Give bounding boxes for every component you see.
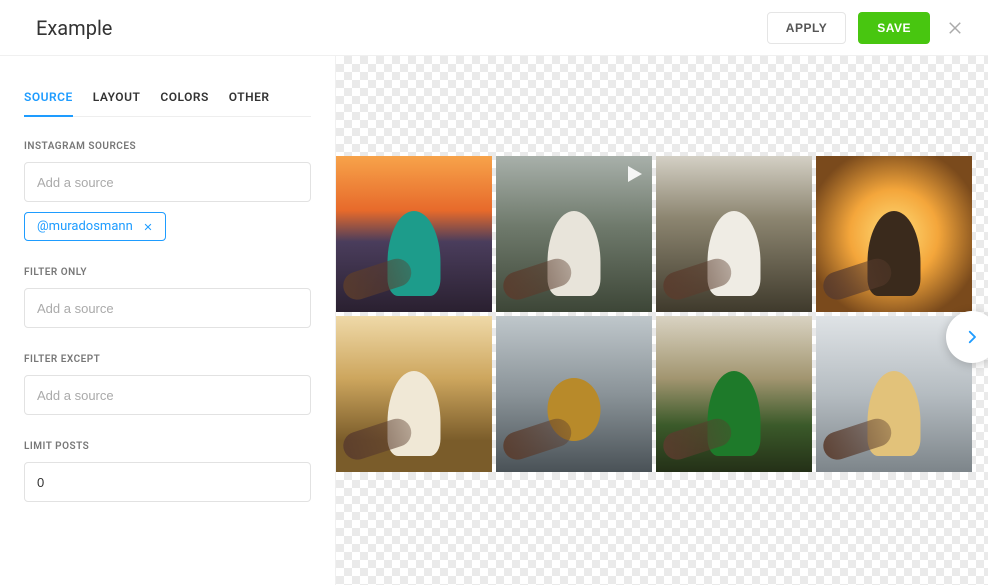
image-grid [336, 156, 972, 472]
source-chip[interactable]: @muradosmann [24, 212, 166, 241]
filter-except-input[interactable] [24, 375, 311, 415]
limit-posts-input[interactable] [24, 462, 311, 502]
instagram-sources-chips: @muradosmann [24, 212, 311, 241]
source-chip-label: @muradosmann [37, 219, 133, 234]
preview-pane [336, 56, 988, 585]
filter-only-input[interactable] [24, 288, 311, 328]
section-filter-only: FILTER ONLY [24, 267, 311, 328]
play-icon [622, 162, 646, 186]
grid-item[interactable] [816, 156, 972, 312]
grid-item[interactable] [336, 156, 492, 312]
instagram-sources-input[interactable] [24, 162, 311, 202]
save-button[interactable]: SAVE [858, 12, 930, 44]
page-title: Example [36, 16, 112, 40]
tab-other[interactable]: OTHER [229, 78, 270, 116]
grid-item[interactable] [496, 156, 652, 312]
instagram-sources-label: INSTAGRAM SOURCES [24, 141, 311, 152]
tab-colors[interactable]: COLORS [160, 78, 208, 116]
apply-button[interactable]: APPLY [767, 12, 846, 44]
grid-item[interactable] [496, 316, 652, 472]
section-instagram-sources: INSTAGRAM SOURCES @muradosmann [24, 141, 311, 241]
filter-except-label: FILTER EXCEPT [24, 354, 311, 365]
sidebar: SOURCE LAYOUT COLORS OTHER INSTAGRAM SOU… [0, 56, 336, 585]
grid-item[interactable] [336, 316, 492, 472]
grid-item[interactable] [656, 156, 812, 312]
grid-item[interactable] [656, 316, 812, 472]
tab-source[interactable]: SOURCE [24, 78, 73, 116]
header: Example APPLY SAVE [0, 0, 988, 56]
close-icon[interactable] [942, 15, 968, 41]
limit-posts-label: LIMIT POSTS [24, 441, 311, 452]
header-actions: APPLY SAVE [767, 12, 968, 44]
tab-layout[interactable]: LAYOUT [93, 78, 141, 116]
tabs: SOURCE LAYOUT COLORS OTHER [24, 78, 311, 117]
filter-only-label: FILTER ONLY [24, 267, 311, 278]
section-filter-except: FILTER EXCEPT [24, 354, 311, 415]
remove-chip-icon[interactable] [141, 220, 155, 234]
body: SOURCE LAYOUT COLORS OTHER INSTAGRAM SOU… [0, 56, 988, 585]
section-limit-posts: LIMIT POSTS [24, 441, 311, 502]
